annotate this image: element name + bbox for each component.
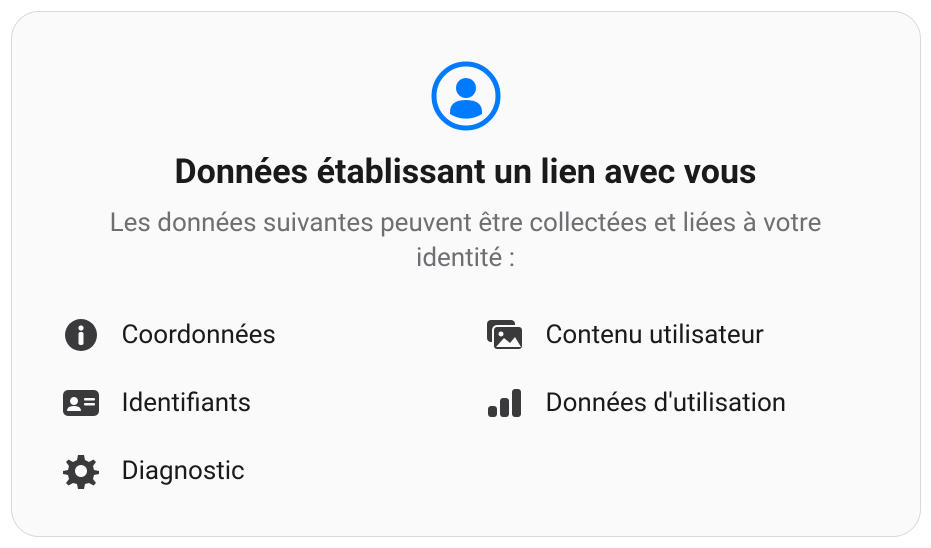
- person-circle-icon: [430, 60, 502, 132]
- data-item-contact-info: Coordonnées: [62, 316, 446, 354]
- data-item-usage-data: Données d'utilisation: [486, 384, 870, 422]
- card-subtitle: Les données suivantes peuvent être colle…: [66, 206, 866, 276]
- id-card-icon: [62, 384, 100, 422]
- gear-icon: [62, 452, 100, 490]
- data-item-label: Coordonnées: [122, 320, 276, 350]
- card-title: Données établissant un lien avec vous: [175, 152, 757, 192]
- info-icon: [62, 316, 100, 354]
- bars-icon: [486, 384, 524, 422]
- data-item-user-content: Contenu utilisateur: [486, 316, 870, 354]
- data-types-grid: Coordonnées Contenu utilisateur: [52, 316, 880, 490]
- data-item-label: Diagnostic: [122, 456, 245, 486]
- data-item-label: Identifiants: [122, 388, 252, 418]
- data-item-diagnostics: Diagnostic: [62, 452, 446, 490]
- data-item-label: Contenu utilisateur: [546, 320, 764, 350]
- data-item-identifiers: Identifiants: [62, 384, 446, 422]
- data-item-label: Données d'utilisation: [546, 388, 787, 418]
- privacy-data-card: Données établissant un lien avec vous Le…: [11, 11, 921, 537]
- photos-icon: [486, 316, 524, 354]
